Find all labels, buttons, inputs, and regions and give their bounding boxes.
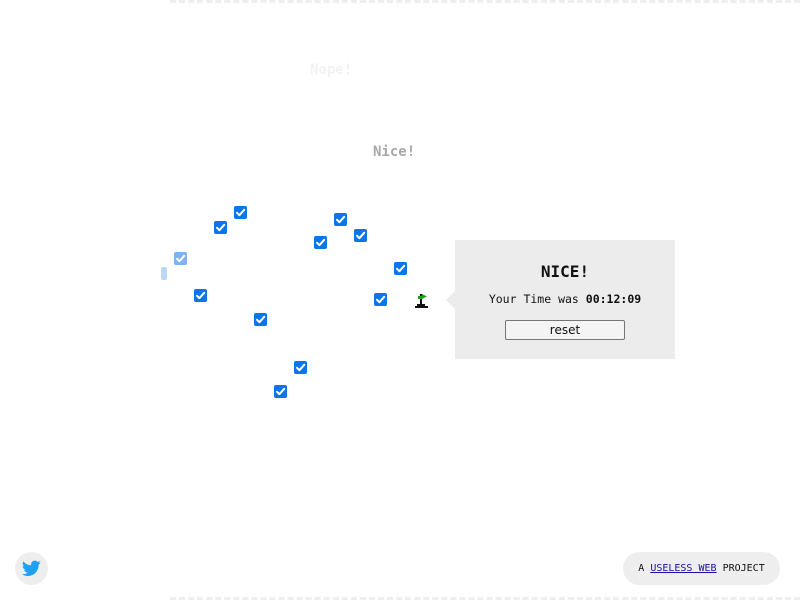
checkmark-icon [176,254,186,263]
twitter-icon [22,560,41,576]
checkmark-icon [256,315,266,324]
flag-icon [415,292,429,310]
footer-prefix: A [638,563,645,574]
checkbox[interactable] [374,293,387,306]
checkmark-icon [196,291,206,300]
checkbox[interactable] [234,206,247,219]
checkbox[interactable] [334,213,347,226]
checkbox[interactable] [294,361,307,374]
faded-message: Nope! [310,62,353,78]
time-readout: Your Time was 00:12:09 [455,292,675,306]
game-stage: Nope! Nice! NICE! Your Time was 00:12:09… [0,0,800,600]
checkmark-icon [376,295,386,304]
popup-pointer [446,291,455,309]
useless-web-credit: A USELESS WEB PROJECT [623,552,780,585]
checkmark-icon [336,215,346,224]
nice-message: Nice! [373,144,416,160]
twitter-share-button[interactable] [15,552,48,585]
checkmark-icon [296,363,306,372]
time-label: Your Time was [488,292,579,306]
time-value: 00:12:09 [585,292,642,306]
checkbox[interactable] [314,236,327,249]
checkbox[interactable] [214,221,227,234]
checkbox[interactable] [394,262,407,275]
checkmark-icon [276,387,286,396]
partial-checkbox[interactable] [161,267,167,280]
checkmark-icon [236,208,246,217]
footer-suffix: PROJECT [722,563,765,574]
checkbox[interactable] [174,252,187,265]
checkbox[interactable] [354,229,367,242]
top-dashed-border [170,0,800,3]
checkmark-icon [216,223,226,232]
reset-button[interactable]: reset [505,320,625,340]
useless-web-link[interactable]: USELESS WEB [650,563,716,574]
checkmark-icon [316,238,326,247]
checkbox[interactable] [254,313,267,326]
result-popup: NICE! Your Time was 00:12:09 reset [455,240,675,359]
checkbox[interactable] [194,289,207,302]
popup-title: NICE! [540,262,590,281]
checkmark-icon [396,264,406,273]
checkbox[interactable] [274,385,287,398]
checkmark-icon [356,231,366,240]
